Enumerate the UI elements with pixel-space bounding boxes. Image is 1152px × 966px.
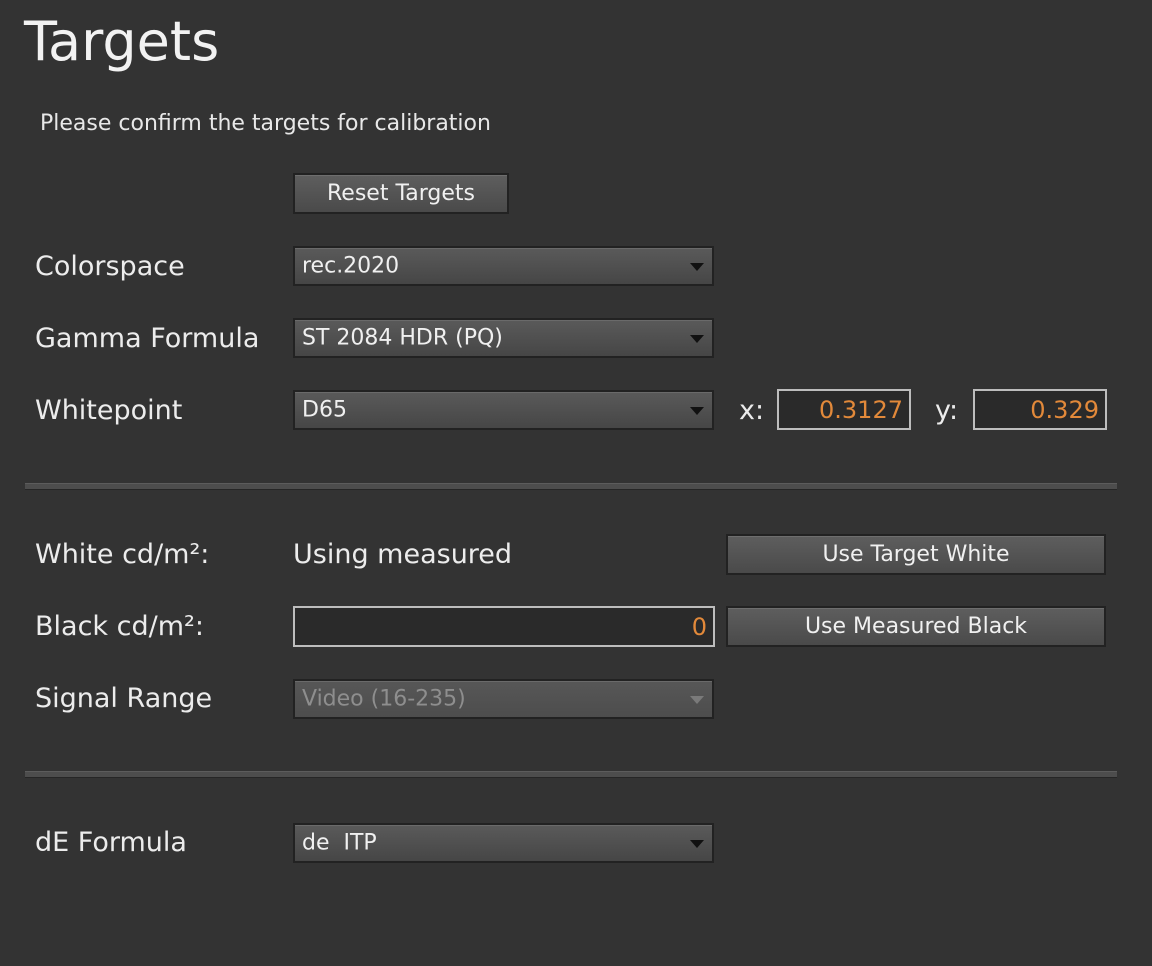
black-luminance-input[interactable] [293, 606, 715, 647]
whitepoint-value: D65 [302, 397, 347, 423]
whitepoint-x-label: x: [739, 395, 765, 426]
whitepoint-y-label: y: [935, 395, 959, 426]
chevron-down-icon [690, 335, 704, 343]
gamma-formula-value: ST 2084 HDR (PQ) [302, 325, 503, 351]
page-subtitle: Please confirm the targets for calibrati… [40, 111, 491, 136]
whitepoint-x-input[interactable] [777, 389, 911, 430]
colorspace-value: rec.2020 [302, 253, 400, 279]
use-target-white-button[interactable]: Use Target White [726, 534, 1106, 575]
use-measured-black-button[interactable]: Use Measured Black [726, 606, 1106, 647]
chevron-down-icon [690, 696, 704, 704]
whitepoint-select[interactable]: D65 [293, 390, 714, 430]
chevron-down-icon [690, 407, 704, 415]
white-luminance-label: White cd/m²: [35, 539, 210, 570]
reset-targets-button[interactable]: Reset Targets [293, 173, 509, 214]
section-divider [25, 483, 1117, 490]
signal-range-value: Video (16-235) [302, 686, 466, 712]
gamma-formula-label: Gamma Formula [35, 323, 260, 354]
colorspace-label: Colorspace [35, 251, 185, 282]
de-formula-label: dE Formula [35, 827, 187, 858]
white-luminance-value: Using measured [293, 539, 513, 570]
chevron-down-icon [690, 263, 704, 271]
signal-range-select: Video (16-235) [293, 679, 714, 719]
chevron-down-icon [690, 840, 704, 848]
colorspace-select[interactable]: rec.2020 [293, 246, 714, 286]
whitepoint-y-input[interactable] [973, 389, 1107, 430]
de-formula-select[interactable]: de ITP [293, 823, 714, 863]
gamma-formula-select[interactable]: ST 2084 HDR (PQ) [293, 318, 714, 358]
whitepoint-label: Whitepoint [35, 395, 183, 426]
page-title: Targets [24, 10, 220, 73]
section-divider [25, 771, 1117, 778]
signal-range-label: Signal Range [35, 683, 213, 714]
black-luminance-label: Black cd/m²: [35, 611, 204, 642]
de-formula-value: de ITP [302, 830, 377, 856]
